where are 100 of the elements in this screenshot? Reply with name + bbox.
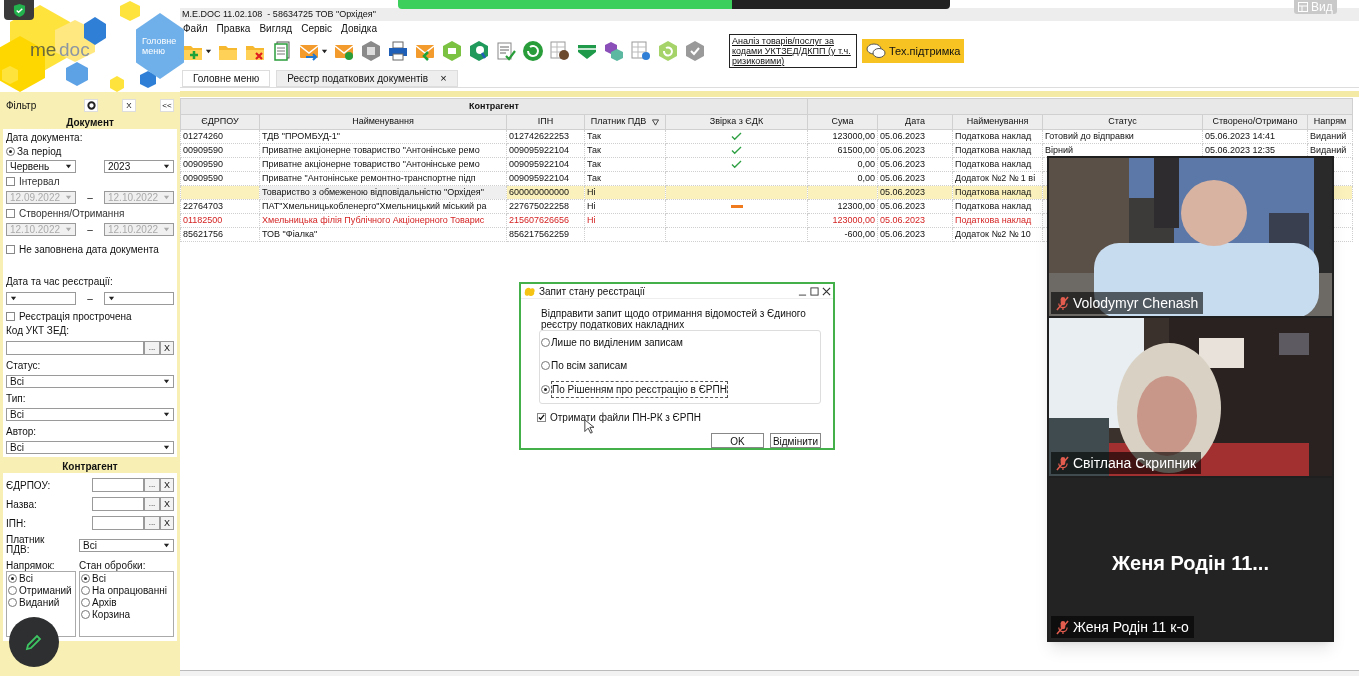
hexagons-icon[interactable] — [603, 40, 625, 62]
close-tab-button[interactable]: × — [440, 70, 447, 87]
table-cell: 00909590 — [180, 143, 260, 158]
clear-button[interactable]: X — [160, 341, 174, 355]
dropdown[interactable] — [104, 292, 174, 305]
column-header[interactable]: Створено/Отримано — [1202, 114, 1308, 130]
table-cell: 12300,00 — [807, 199, 878, 214]
table-cell: Хмельницька філія Публічного Акціонерного Товарис — [259, 213, 507, 228]
support-button[interactable]: Тех.підтримка — [862, 39, 965, 63]
input-field[interactable] — [6, 341, 144, 355]
participant-name: Женя Родін 11 к-о — [1073, 617, 1189, 637]
cancel-button[interactable]: Відмінити — [769, 433, 821, 448]
tab[interactable]: Реєстр податкових документів × — [276, 70, 458, 87]
range-separator: – — [87, 223, 93, 237]
checkbox[interactable] — [6, 245, 15, 254]
settings-button[interactable] — [84, 98, 98, 112]
close-button[interactable]: X — [122, 98, 136, 112]
input-field[interactable] — [92, 497, 144, 511]
radio-button[interactable] — [8, 574, 17, 583]
column-header[interactable]: ЄДРПОУ — [180, 114, 260, 130]
tab[interactable]: Головне меню — [182, 70, 271, 87]
dropdown[interactable]: Всі — [79, 538, 174, 552]
radio-button[interactable] — [81, 574, 90, 583]
checkbox[interactable] — [6, 209, 15, 218]
clear-button[interactable]: X — [160, 478, 174, 492]
radio-button[interactable] — [81, 598, 90, 607]
radio-button[interactable] — [6, 147, 15, 156]
shield-button[interactable] — [4, 0, 34, 20]
column-header[interactable]: Сума — [807, 114, 878, 130]
column-header[interactable]: Напрям — [1307, 114, 1353, 130]
refresh-icon[interactable] — [522, 40, 544, 62]
checkbox[interactable] — [537, 413, 546, 422]
hexagon-search-icon[interactable] — [468, 40, 490, 62]
menu-item[interactable]: Правка — [216, 21, 251, 36]
field-label: Реєстрація прострочена — [19, 311, 132, 322]
hexagon-check-icon[interactable] — [684, 40, 706, 62]
field-label: Створення/Отримання — [19, 208, 125, 219]
table-cell: Податкова наклад — [952, 143, 1043, 158]
checkbox[interactable] — [6, 312, 15, 321]
column-header[interactable]: Найменування — [259, 114, 507, 130]
radio-button[interactable] — [8, 598, 17, 607]
field-label: Корзина — [92, 609, 131, 620]
menu-item[interactable]: Сервіс — [301, 21, 333, 36]
column-header[interactable]: Статус — [1042, 114, 1203, 130]
hexagon-envelope-icon[interactable] — [441, 40, 463, 62]
browse-button[interactable]: ... — [144, 478, 160, 492]
dropdown[interactable]: Всі — [6, 441, 174, 454]
column-header[interactable]: Звірка з ЄДК — [665, 114, 808, 130]
filter-icon[interactable] — [652, 118, 660, 126]
column-header[interactable]: ІПН — [506, 114, 585, 130]
printer-icon[interactable] — [387, 40, 409, 62]
column-header[interactable]: Платник ПДВ — [584, 114, 666, 130]
table-cell: 01182500 — [180, 213, 260, 228]
table-cell: 05.06.2023 — [877, 129, 953, 144]
shield-icon — [12, 2, 26, 18]
caret-icon[interactable] — [205, 47, 212, 55]
radio-button[interactable] — [8, 586, 17, 595]
close-icon[interactable] — [822, 286, 831, 296]
input-field[interactable] — [92, 478, 144, 492]
caret-icon[interactable] — [321, 47, 328, 55]
column-header[interactable]: Найменування — [952, 114, 1043, 130]
input-field[interactable] — [92, 516, 144, 530]
dropdown[interactable] — [6, 292, 76, 305]
browse-button[interactable]: ... — [144, 516, 160, 530]
clear-button[interactable]: X — [160, 497, 174, 511]
menu-item[interactable]: Довідка — [341, 21, 378, 36]
clear-button[interactable]: X — [160, 516, 174, 530]
checkbox[interactable] — [6, 177, 15, 186]
column-header[interactable]: Дата — [877, 114, 953, 130]
table-cell: 61500,00 — [807, 143, 878, 158]
dropdown[interactable]: Всі — [6, 375, 174, 388]
participant-display-name: Женя Родін 11... — [1111, 551, 1270, 576]
document-icon[interactable] — [271, 40, 293, 62]
radio-label[interactable]: По всім записам — [551, 358, 628, 373]
menu-item[interactable]: Файл — [183, 21, 208, 36]
menu-item[interactable]: Вигляд — [259, 21, 293, 36]
browse-button[interactable]: ... — [144, 341, 160, 355]
caret-icon — [163, 194, 170, 201]
radio-button[interactable] — [541, 338, 550, 347]
dropdown[interactable]: 2023 — [104, 160, 174, 173]
dropdown[interactable]: Всі — [6, 408, 174, 421]
checklist-icon[interactable] — [495, 40, 517, 62]
table-cell: 05.06.2023 — [877, 199, 953, 214]
radio-label[interactable]: По Рішенням про реєстрацію в ЄРПН — [551, 381, 728, 398]
radio-label[interactable]: Лише по виділеним записам — [551, 335, 683, 350]
radio-button[interactable] — [81, 586, 90, 595]
table-cell: 05.06.2023 — [877, 227, 953, 242]
radio-button[interactable] — [541, 385, 550, 394]
table-cell: Ні — [584, 213, 666, 228]
dropdown[interactable]: Червень — [6, 160, 76, 173]
ok-button[interactable]: OK — [710, 433, 764, 448]
field-label: Платник ПДВ: — [6, 535, 46, 555]
browse-button[interactable]: ... — [144, 497, 160, 511]
radio-button[interactable] — [81, 610, 90, 619]
table-cell: Приватне акціонерне товариство "Антонінське ремо — [259, 157, 507, 172]
collapse-button[interactable]: << — [160, 98, 174, 112]
radio-button[interactable] — [541, 361, 550, 370]
table-cell: 0,00 — [807, 171, 878, 186]
analysis-link[interactable]: Аналіз товарів/послуг за кодами УКТЗЕД/ДКПП (у т.ч. ризиковими) — [729, 34, 857, 68]
table-row[interactable]: 00909590 Приватне акціонерне товариство "Антонінське ремо 009095922104 Так 61500,00 05.06.2023 Податкова наклад Вірний 05.06.2023 12:35 Виданий — [180, 143, 1353, 158]
